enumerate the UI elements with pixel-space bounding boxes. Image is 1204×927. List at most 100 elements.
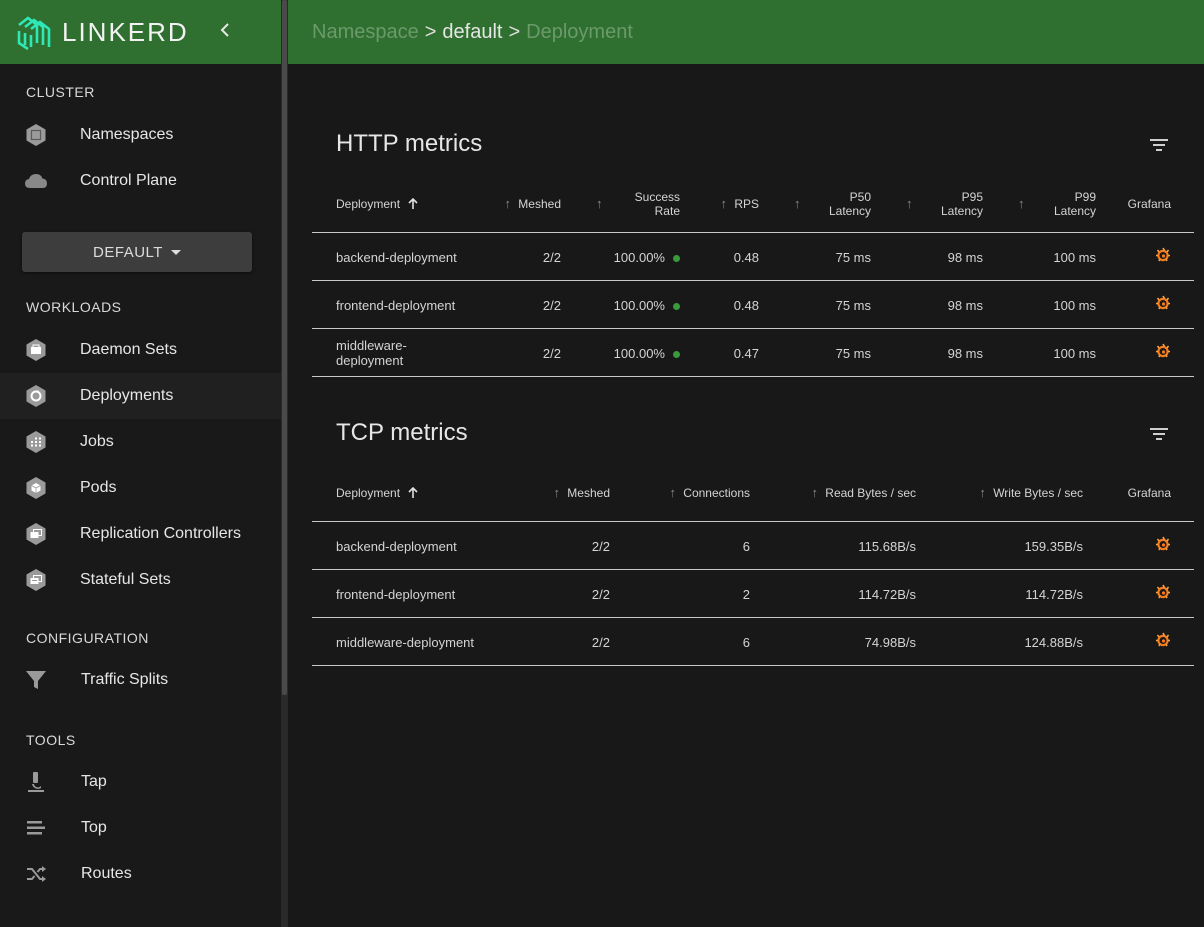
breadcrumb-separator: >: [508, 20, 521, 43]
brand-name: LINKERD: [62, 16, 189, 47]
breadcrumb-namespace-link[interactable]: Namespace: [312, 21, 419, 44]
sort-arrow-icon: ↑: [1018, 196, 1025, 211]
linkerd-logo-icon[interactable]: [16, 13, 54, 51]
header-meshed[interactable]: ↑ Meshed: [498, 197, 561, 212]
sidebar-item-label: Routes: [81, 865, 132, 882]
sidebar: LINKERD CLUSTER Namespaces Control Plane…: [0, 0, 281, 927]
sidebar-scrollbar[interactable]: [281, 0, 288, 927]
sidebar-item-routes[interactable]: Routes: [0, 851, 281, 897]
breadcrumb-deployment-link[interactable]: Deployment: [526, 21, 633, 44]
cell-deployment-name[interactable]: backend-deployment: [336, 539, 457, 554]
tcp-filter-button[interactable]: [1148, 423, 1170, 445]
grafana-icon[interactable]: [1155, 247, 1171, 263]
header-grafana: Grafana: [1127, 486, 1171, 500]
cell-deployment-name[interactable]: backend-deployment: [336, 250, 457, 265]
cell-deployment-name[interactable]: middleware- deployment: [336, 338, 407, 368]
sidebar-item-label: Pods: [80, 479, 117, 496]
grafana-icon[interactable]: [1155, 295, 1171, 311]
header-deployment[interactable]: Deployment: [336, 486, 419, 500]
sidebar-item-label: Stateful Sets: [80, 571, 171, 588]
sidebar-item-traffic-splits[interactable]: Traffic Splits: [0, 657, 281, 703]
collapse-sidebar-button[interactable]: [215, 21, 235, 44]
configuration-section-title: CONFIGURATION: [26, 630, 149, 646]
deployment-icon: [24, 384, 48, 408]
cell-success-rate: 100.00%: [592, 298, 680, 313]
cell-rps: 0.48: [733, 250, 759, 265]
sidebar-item-label: Namespaces: [80, 126, 174, 143]
header-p50-latency[interactable]: ↑ P50 Latency: [794, 190, 871, 218]
sidebar-item-top[interactable]: Top: [0, 805, 281, 851]
sidebar-item-deployments[interactable]: Deployments: [0, 373, 281, 419]
breadcrumb-default-link[interactable]: default: [442, 21, 502, 44]
sort-arrow-icon: ↑: [720, 196, 727, 211]
sidebar-item-tap[interactable]: Tap: [0, 759, 281, 805]
grafana-icon[interactable]: [1155, 343, 1171, 359]
sort-arrow-icon: ↑: [979, 485, 986, 500]
table-divider: [312, 665, 1194, 666]
cell-deployment-name[interactable]: frontend-deployment: [336, 587, 455, 602]
namespace-icon: [24, 123, 48, 147]
workloads-section-title: WORKLOADS: [26, 299, 122, 315]
header-label: Read Bytes / sec: [825, 486, 916, 500]
cell-connections: 6: [742, 539, 750, 554]
cell-p95: 98 ms: [947, 298, 983, 313]
cell-write-bytes: 159.35B/s: [1024, 539, 1083, 554]
grafana-icon[interactable]: [1155, 632, 1171, 648]
header-connections[interactable]: ↑ Connections: [662, 486, 750, 501]
sort-arrow-icon: ↑: [794, 196, 801, 211]
grafana-icon[interactable]: [1155, 584, 1171, 600]
cell-success-rate: 100.00%: [592, 346, 680, 361]
sidebar-item-jobs[interactable]: Jobs: [0, 419, 281, 465]
sort-arrow-icon: ↑: [811, 485, 818, 500]
sidebar-item-daemon-sets[interactable]: Daemon Sets: [0, 327, 281, 373]
sidebar-item-stateful-sets[interactable]: Stateful Sets: [0, 557, 281, 603]
header-write-bytes[interactable]: ↑ Write Bytes / sec: [972, 485, 1083, 501]
header-label: Rate: [654, 204, 680, 218]
sidebar-item-label: Deployments: [80, 387, 174, 404]
brand-header: LINKERD: [0, 0, 281, 64]
cell-p99: 100 ms: [1053, 298, 1096, 313]
http-metrics-title: HTTP metrics: [336, 130, 483, 157]
cell-write-bytes: 114.72B/s: [1025, 587, 1083, 602]
table-row: backend-deployment 2/2 6 115.68B/s 159.3…: [312, 521, 1194, 569]
arrow-up-icon: [408, 197, 418, 209]
cell-read-bytes: 74.98B/s: [864, 635, 916, 650]
header-deployment[interactable]: Deployment: [336, 197, 419, 211]
header-meshed[interactable]: ↑ Meshed: [548, 486, 610, 501]
tools-section-title: TOOLS: [26, 732, 76, 748]
header-p99-latency[interactable]: ↑ P99 Latency: [1018, 190, 1096, 218]
sidebar-item-label: Traffic Splits: [81, 671, 169, 688]
namespace-select[interactable]: DEFAULT: [22, 232, 252, 272]
sidebar-item-label: Replication Controllers: [80, 525, 241, 542]
cell-p50: 75 ms: [835, 346, 871, 361]
sidebar-item-replication-controllers[interactable]: Replication Controllers: [0, 511, 281, 557]
daemonset-icon: [24, 338, 48, 362]
header-p95-latency[interactable]: ↑ P95 Latency: [906, 190, 983, 218]
header-success-rate[interactable]: ↑ Success Rate: [596, 190, 680, 218]
sort-arrow-icon: ↑: [906, 196, 913, 211]
cell-meshed: 2/2: [591, 539, 610, 554]
success-rate-value: 100.00%: [613, 250, 665, 265]
header-label: Success: [634, 190, 680, 204]
tcp-metrics-title: TCP metrics: [336, 419, 468, 446]
cell-meshed: 2/2: [542, 346, 561, 361]
header-read-bytes[interactable]: ↑ Read Bytes / sec: [806, 485, 916, 501]
table-row: frontend-deployment 2/2 2 114.72B/s 114.…: [312, 569, 1194, 617]
header-rps[interactable]: ↑ RPS: [712, 196, 759, 212]
sidebar-scroll-thumb[interactable]: [282, 0, 287, 695]
table-divider: [312, 376, 1194, 377]
cluster-section-title: CLUSTER: [26, 84, 95, 100]
cell-connections: 2: [742, 587, 750, 602]
sidebar-item-control-plane[interactable]: Control Plane: [0, 158, 281, 204]
http-filter-button[interactable]: [1148, 134, 1170, 156]
cell-meshed: 2/2: [542, 298, 561, 313]
sidebar-item-pods[interactable]: Pods: [0, 465, 281, 511]
sidebar-item-namespaces[interactable]: Namespaces: [0, 112, 281, 158]
cell-deployment-name[interactable]: middleware-deployment: [336, 635, 474, 650]
sidebar-item-label: Control Plane: [80, 172, 177, 189]
grafana-icon[interactable]: [1155, 536, 1171, 552]
arrow-up-icon: [408, 486, 418, 498]
table-row: backend-deployment 2/2 100.00% 0.48 75 m…: [312, 232, 1194, 280]
cell-deployment-name[interactable]: frontend-deployment: [336, 298, 455, 313]
header-label: Connections: [683, 486, 750, 500]
